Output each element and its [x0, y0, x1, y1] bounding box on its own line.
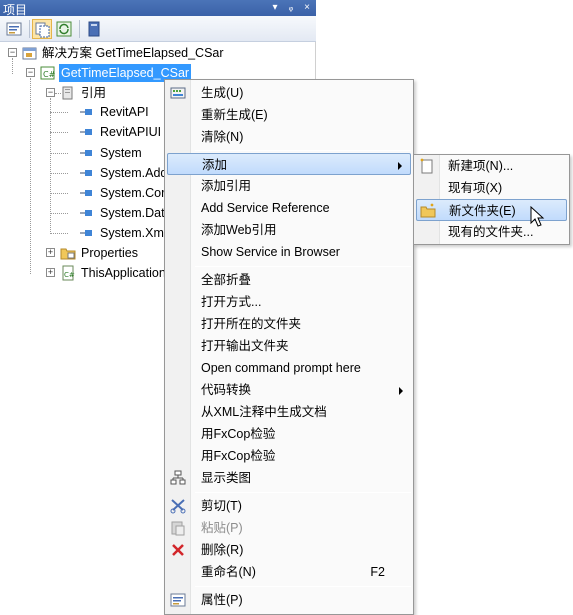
menu-item-show-class-diagram[interactable]: 显示类图	[167, 467, 411, 489]
svg-text:C#: C#	[64, 271, 75, 279]
expand-icon[interactable]: +	[46, 268, 55, 277]
menu-item-cut[interactable]: 剪切(T)	[167, 495, 411, 517]
menu-item-add[interactable]: 添加	[167, 153, 411, 175]
reference-label: System.Add	[100, 166, 168, 180]
assembly-icon	[80, 109, 92, 115]
properties-folder-icon	[60, 248, 76, 260]
collapse-icon[interactable]: −	[8, 48, 17, 57]
assembly-icon	[80, 129, 92, 135]
assembly-icon	[80, 210, 92, 216]
build-icon	[170, 87, 186, 99]
properties-icon	[6, 22, 22, 36]
solution-label: 解决方案 GetTimeElapsed_CSar	[42, 46, 224, 60]
properties-icon	[170, 593, 186, 607]
delete-icon	[172, 544, 184, 556]
menu-item-collapse-all[interactable]: 全部折叠	[167, 269, 411, 291]
submenu-item-new-item[interactable]: 新建项(N)...	[416, 155, 567, 177]
menu-item-fxcop-2[interactable]: 用FxCop检验	[167, 445, 411, 467]
menu-item-properties[interactable]: 属性(P)	[167, 589, 411, 611]
menu-item-build[interactable]: 生成(U)	[167, 82, 411, 104]
reference-label: System.Xm	[100, 226, 164, 240]
csharp-file-icon: C#	[62, 265, 75, 281]
view-code-button[interactable]	[84, 19, 104, 39]
references-icon	[62, 86, 73, 100]
reference-label: System.Cor	[100, 186, 166, 200]
menu-item-open-with[interactable]: 打开方式...	[167, 291, 411, 313]
menu-item-paste[interactable]: 粘贴(P)	[167, 517, 411, 539]
book-icon	[88, 21, 100, 37]
submenu-arrow-icon	[398, 162, 402, 170]
reference-label: RevitAPI	[100, 105, 149, 119]
shortcut-label: F2	[370, 565, 385, 579]
svg-text:C#: C#	[43, 70, 56, 79]
solution-icon	[22, 47, 37, 60]
assembly-icon	[80, 230, 92, 236]
menu-item-rename[interactable]: 重命名(N) F2	[167, 561, 411, 583]
pin-icon[interactable]: ᵩ	[284, 0, 298, 15]
assembly-icon	[80, 170, 92, 176]
reference-label: RevitAPIUI	[100, 125, 162, 139]
assembly-icon	[80, 150, 92, 156]
menu-item-open-folder[interactable]: 打开所在的文件夹	[167, 313, 411, 335]
add-submenu: 新建项(N)... 现有项(X) 新文件夹(E) 现有的文件夹...	[413, 154, 570, 245]
new-item-icon	[420, 158, 433, 174]
collapse-icon[interactable]: −	[46, 88, 55, 97]
csharp-project-icon: C#	[40, 66, 56, 80]
menu-item-fxcop-1[interactable]: 用FxCop检验	[167, 423, 411, 445]
refresh-button[interactable]	[54, 19, 74, 39]
expand-icon[interactable]: +	[46, 248, 55, 257]
menu-item-generate-doc[interactable]: 从XML注释中生成文档	[167, 401, 411, 423]
mouse-cursor-icon	[530, 206, 545, 227]
refresh-icon	[56, 21, 72, 37]
references-label: 引用	[81, 86, 107, 100]
class-diagram-icon	[170, 470, 186, 485]
menu-item-rebuild[interactable]: 重新生成(E)	[167, 104, 411, 126]
close-icon[interactable]: ×	[300, 0, 314, 15]
new-folder-icon	[420, 203, 436, 218]
menu-item-open-command-prompt[interactable]: Open command prompt here	[167, 357, 411, 379]
context-menu: 生成(U) 重新生成(E) 清除(N) 添加 添加引用 Add Service …	[164, 79, 414, 615]
show-all-files-icon	[35, 22, 50, 38]
submenu-arrow-icon	[399, 387, 403, 395]
menu-item-add-web-reference[interactable]: 添加Web引用	[167, 219, 411, 241]
menu-item-open-output-folder[interactable]: 打开输出文件夹	[167, 335, 411, 357]
scissors-icon	[170, 499, 186, 514]
properties-tool-button[interactable]	[4, 19, 24, 39]
tree-node-solution[interactable]: − 解决方案 GetTimeElapsed_CSar	[0, 44, 316, 62]
menu-item-clean[interactable]: 清除(N)	[167, 126, 411, 148]
menu-item-show-service-in-browser[interactable]: Show Service in Browser	[167, 241, 411, 263]
menu-item-add-service-reference[interactable]: Add Service Reference	[167, 197, 411, 219]
assembly-icon	[80, 190, 92, 196]
submenu-item-existing-item[interactable]: 现有项(X)	[416, 177, 567, 199]
paste-icon	[171, 521, 185, 536]
properties-label: Properties	[81, 246, 138, 260]
show-all-files-button[interactable]	[32, 19, 52, 39]
dropdown-icon[interactable]: ▾	[268, 0, 282, 15]
menu-item-add-reference[interactable]: 添加引用	[167, 175, 411, 197]
thisapplication-label: ThisApplication	[81, 266, 166, 280]
reference-label: System	[100, 146, 142, 160]
reference-label: System.Dat	[100, 206, 165, 220]
collapse-icon[interactable]: −	[26, 68, 35, 77]
panel-toolbar	[0, 16, 316, 42]
menu-item-code-convert[interactable]: 代码转换	[167, 379, 411, 401]
menu-item-delete[interactable]: 删除(R)	[167, 539, 411, 561]
panel-titlebar: 项目 ▾ ᵩ ×	[0, 0, 316, 17]
